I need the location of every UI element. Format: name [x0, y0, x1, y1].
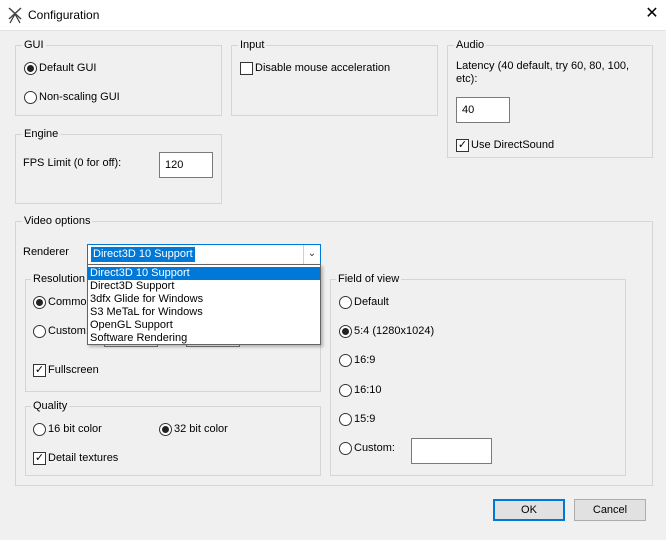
- fullscreen-checkbox[interactable]: ✓: [33, 364, 46, 377]
- renderer-option-direct3d[interactable]: Direct3D Support: [88, 280, 320, 293]
- fullscreen-label[interactable]: Fullscreen: [48, 364, 99, 377]
- use-directsound-checkbox[interactable]: ✓: [456, 139, 469, 152]
- fps-limit-label: FPS Limit (0 for off):: [23, 157, 122, 169]
- detail-textures-label[interactable]: Detail textures: [48, 452, 118, 465]
- fov-default-label[interactable]: Default: [354, 296, 389, 309]
- use-directsound-label[interactable]: Use DirectSound: [471, 139, 554, 152]
- detail-textures-checkbox[interactable]: ✓: [33, 452, 46, 465]
- cancel-button[interactable]: Cancel: [574, 499, 646, 521]
- fov-16-10-label[interactable]: 16:10: [354, 384, 382, 397]
- default-gui-label[interactable]: Default GUI: [39, 62, 96, 75]
- renderer-label: Renderer: [23, 246, 69, 258]
- fov-5-4-radio[interactable]: [339, 325, 352, 338]
- fov-15-9-label[interactable]: 15:9: [354, 413, 375, 426]
- renderer-combobox[interactable]: Direct3D 10 Support ⌄: [87, 244, 321, 265]
- ok-button[interactable]: OK: [493, 499, 565, 521]
- 16-bit-color-radio[interactable]: [33, 423, 46, 436]
- nonscaling-gui-label[interactable]: Non-scaling GUI: [39, 91, 120, 104]
- fps-limit-input[interactable]: 120: [159, 152, 213, 178]
- fov-5-4-label[interactable]: 5:4 (1280x1024): [354, 325, 434, 338]
- resolution-legend: Resolution: [31, 273, 87, 286]
- resolution-custom-label[interactable]: Custom:: [48, 325, 89, 338]
- fov-custom-input[interactable]: [411, 438, 492, 464]
- 32-bit-color-label[interactable]: 32 bit color: [174, 423, 228, 436]
- 16-bit-color-label[interactable]: 16 bit color: [48, 423, 102, 436]
- renderer-selected-value: Direct3D 10 Support: [90, 246, 196, 263]
- resolution-common-label[interactable]: Common: [48, 296, 93, 309]
- nonscaling-gui-radio[interactable]: [24, 91, 37, 104]
- gui-legend: GUI: [22, 39, 46, 52]
- quality-group: [25, 406, 321, 476]
- resolution-custom-radio[interactable]: [33, 325, 46, 338]
- quality-legend: Quality: [31, 400, 70, 413]
- renderer-option-software[interactable]: Software Rendering: [88, 332, 320, 345]
- input-legend: Input: [238, 39, 267, 52]
- renderer-option-opengl[interactable]: OpenGL Support: [88, 319, 320, 332]
- latency-label: Latency (40 default, try 60, 80, 100, et…: [456, 60, 630, 85]
- disable-mouse-accel-label[interactable]: Disable mouse acceleration: [255, 62, 390, 75]
- fov-15-9-radio[interactable]: [339, 413, 352, 426]
- resolution-common-radio[interactable]: [33, 296, 46, 309]
- renderer-dropdown-list: Direct3D 10 Support Direct3D Support 3df…: [87, 264, 321, 345]
- fov-16-10-radio[interactable]: [339, 384, 352, 397]
- disable-mouse-accel-checkbox[interactable]: [240, 62, 253, 75]
- engine-legend: Engine: [22, 128, 61, 141]
- fov-custom-label[interactable]: Custom:: [354, 442, 395, 455]
- 32-bit-color-radio[interactable]: [159, 423, 172, 436]
- field-of-view-legend: Field of view: [336, 273, 402, 286]
- input-group: [231, 45, 438, 116]
- renderer-option-s3-metal[interactable]: S3 MeTaL for Windows: [88, 306, 320, 319]
- latency-input[interactable]: 40: [456, 97, 510, 123]
- audio-legend: Audio: [454, 39, 487, 52]
- renderer-option-3dfx-glide[interactable]: 3dfx Glide for Windows: [88, 293, 320, 306]
- window-title: Configuration: [28, 8, 100, 22]
- default-gui-radio[interactable]: [24, 62, 37, 75]
- fov-custom-radio[interactable]: [339, 442, 352, 455]
- video-options-legend: Video options: [22, 215, 93, 228]
- fov-16-9-label[interactable]: 16:9: [354, 354, 375, 367]
- fov-default-radio[interactable]: [339, 296, 352, 309]
- renderer-option-direct3d10[interactable]: Direct3D 10 Support: [88, 267, 320, 280]
- windmill-icon: [8, 7, 22, 24]
- close-button[interactable]: ✕: [642, 4, 662, 24]
- chevron-down-icon[interactable]: ⌄: [303, 245, 320, 265]
- title-bar: Configuration ✕: [0, 0, 666, 31]
- fov-16-9-radio[interactable]: [339, 354, 352, 367]
- gui-group: [15, 45, 222, 116]
